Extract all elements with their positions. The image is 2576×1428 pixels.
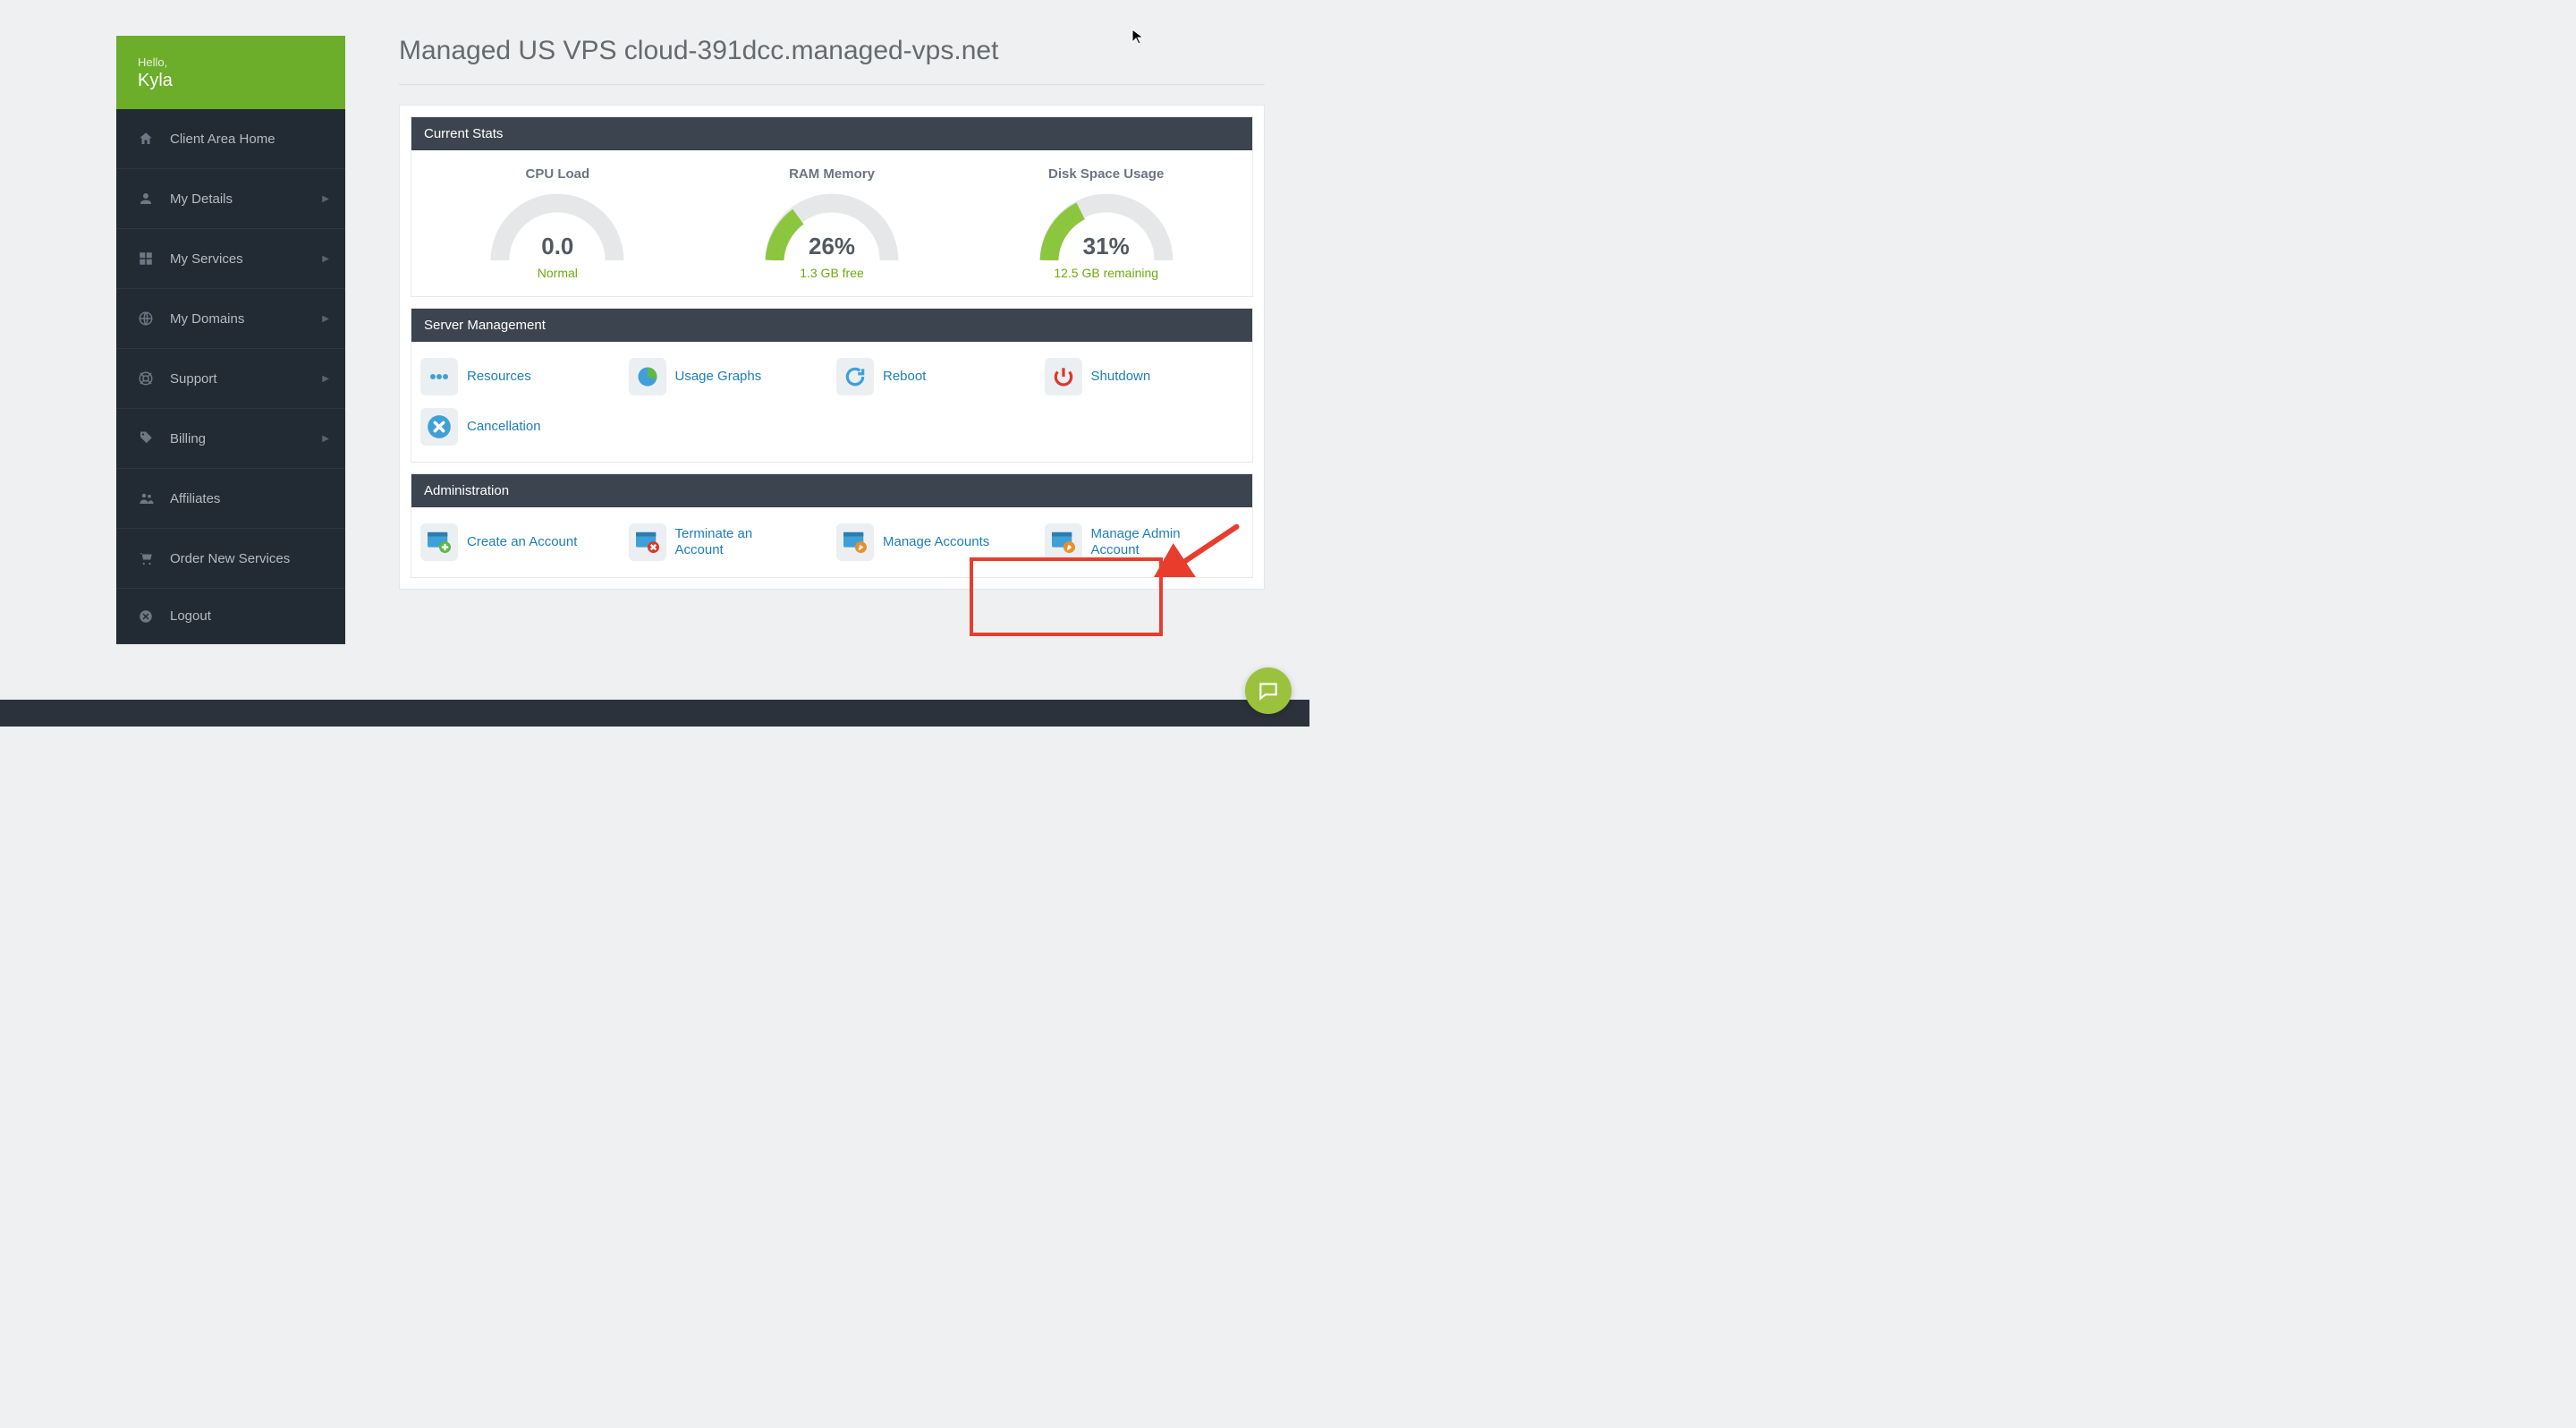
tile-label: Reboot — [883, 369, 926, 385]
stat-value: 0.0 — [420, 233, 695, 260]
sidebar-item-label: Order New Services — [170, 551, 290, 566]
tile-shutdown[interactable]: Shutdown — [1045, 358, 1244, 395]
tile-manage-accounts[interactable]: Manage Accounts — [836, 523, 1036, 561]
tile-manage-admin-account[interactable]: Manage Admin Account — [1045, 523, 1244, 561]
chat-icon — [1257, 679, 1280, 702]
stat-sub: Normal — [420, 266, 695, 280]
section-stats: Current Stats CPU Load 0.0 Normal — [411, 116, 1253, 297]
sidebar-item-services[interactable]: My Services ▶ — [116, 229, 345, 289]
users-icon — [138, 490, 163, 506]
tile-label: Shutdown — [1091, 369, 1151, 385]
section-management: Server Management Resources — [411, 308, 1253, 463]
sidebar-item-label: Affiliates — [170, 491, 220, 506]
stat-sub: 12.5 GB remaining — [969, 266, 1243, 280]
tile-label: Manage Accounts — [883, 534, 989, 550]
greeting-label: Hello, — [138, 55, 324, 69]
tile-resources[interactable]: Resources — [420, 358, 620, 395]
stat-title: RAM Memory — [695, 166, 970, 182]
tile-terminate-account[interactable]: Terminate an Account — [629, 523, 828, 561]
tile-label: Usage Graphs — [675, 369, 762, 385]
stat-value: 31% — [969, 233, 1243, 260]
stat-disk: Disk Space Usage 31% 12.5 GB remaining — [969, 166, 1243, 280]
tile-usage-graphs[interactable]: Usage Graphs — [629, 358, 828, 395]
user-icon — [138, 191, 163, 207]
footer-bar — [0, 700, 1309, 727]
sidebar-item-support[interactable]: Support ▶ — [116, 349, 345, 409]
section-header-stats: Current Stats — [411, 117, 1252, 150]
grid-icon — [138, 251, 163, 267]
sidebar: Hello, Kyla Client Area Home My Details … — [116, 36, 345, 644]
create-account-icon — [420, 523, 458, 561]
pie-chart-icon — [629, 358, 666, 395]
stat-title: CPU Load — [420, 166, 695, 182]
sidebar-item-label: Billing — [170, 431, 206, 446]
tile-cancellation[interactable]: Cancellation — [420, 408, 620, 446]
chevron-right-icon: ▶ — [322, 374, 329, 384]
close-circle-icon — [138, 608, 163, 625]
chevron-right-icon: ▶ — [322, 434, 329, 444]
sidebar-item-billing[interactable]: Billing ▶ — [116, 409, 345, 469]
power-icon — [1045, 358, 1082, 395]
sidebar-item-label: My Details — [170, 191, 233, 207]
cursor-icon — [1131, 29, 1144, 49]
globe-icon — [138, 310, 163, 327]
sidebar-item-details[interactable]: My Details ▶ — [116, 169, 345, 229]
chat-button[interactable] — [1245, 667, 1292, 714]
sidebar-item-order[interactable]: Order New Services — [116, 529, 345, 589]
cancel-icon — [420, 408, 458, 446]
tag-icon — [138, 430, 163, 446]
section-administration: Administration Create an Account — [411, 473, 1253, 578]
lifebuoy-icon — [138, 370, 163, 387]
sidebar-item-label: My Domains — [170, 311, 244, 327]
reboot-icon — [836, 358, 874, 395]
sidebar-item-label: Support — [170, 371, 217, 387]
section-header-administration: Administration — [411, 474, 1252, 507]
user-name: Kyla — [138, 71, 324, 91]
tile-label: Manage Admin Account — [1091, 526, 1216, 558]
tile-label: Terminate an Account — [675, 526, 801, 558]
main-content: Managed US VPS cloud-391dcc.managed-vps.… — [345, 36, 1265, 644]
chevron-right-icon: ▶ — [322, 314, 329, 324]
sidebar-item-label: Logout — [170, 608, 211, 624]
sidebar-item-domains[interactable]: My Domains ▶ — [116, 289, 345, 349]
cart-icon — [138, 550, 163, 566]
chevron-right-icon: ▶ — [322, 254, 329, 264]
manage-admin-icon — [1045, 523, 1082, 561]
stat-sub: 1.3 GB free — [695, 266, 970, 280]
stat-ram: RAM Memory 26% 1.3 GB free — [695, 166, 970, 280]
stat-value: 26% — [695, 233, 970, 260]
tile-create-account[interactable]: Create an Account — [420, 523, 620, 561]
panel: Current Stats CPU Load 0.0 Normal — [399, 105, 1265, 590]
section-header-management: Server Management — [411, 309, 1252, 342]
tile-label: Resources — [467, 369, 531, 385]
sidebar-item-label: My Services — [170, 251, 243, 267]
sidebar-item-label: Client Area Home — [170, 132, 275, 147]
tile-reboot[interactable]: Reboot — [836, 358, 1036, 395]
chevron-right-icon: ▶ — [322, 194, 329, 204]
home-icon — [138, 131, 163, 147]
tile-label: Create an Account — [467, 534, 577, 550]
sidebar-item-home[interactable]: Client Area Home — [116, 109, 345, 169]
sidebar-header: Hello, Kyla — [116, 36, 345, 109]
sidebar-item-affiliates[interactable]: Affiliates — [116, 469, 345, 529]
resources-icon — [420, 358, 458, 395]
manage-accounts-icon — [836, 523, 874, 561]
sidebar-item-logout[interactable]: Logout — [116, 589, 345, 644]
tile-label: Cancellation — [467, 419, 541, 435]
stat-cpu: CPU Load 0.0 Normal — [420, 166, 695, 280]
terminate-account-icon — [629, 523, 666, 561]
stat-title: Disk Space Usage — [969, 166, 1243, 182]
